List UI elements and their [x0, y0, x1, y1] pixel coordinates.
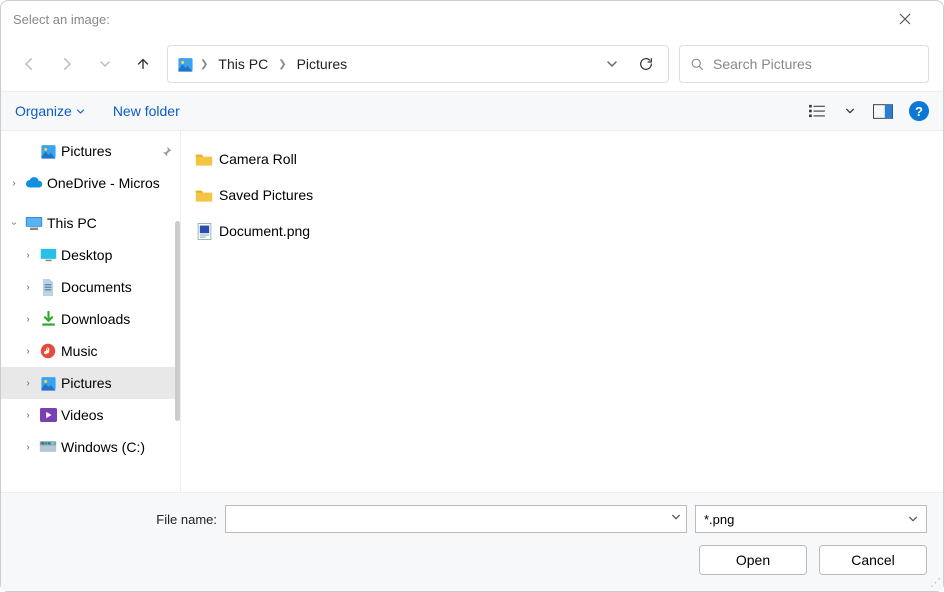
sidebar-item-onedrive[interactable]: › OneDrive - Micros	[1, 167, 180, 199]
folder-icon	[195, 186, 213, 204]
chevron-down-icon[interactable]: ›	[9, 216, 20, 230]
chevron-right-icon[interactable]: ›	[21, 410, 35, 421]
sidebar-item-label: Windows (C:)	[61, 439, 145, 455]
folder-item[interactable]: Saved Pictures	[191, 181, 933, 209]
onedrive-icon	[25, 174, 43, 192]
filename-input[interactable]	[225, 505, 687, 533]
search-box[interactable]	[679, 45, 929, 83]
back-button[interactable]	[15, 50, 43, 78]
pictures-icon	[39, 142, 57, 160]
open-button[interactable]: Open	[699, 545, 807, 575]
sidebar-item-music[interactable]: › Music	[1, 335, 180, 367]
view-options-dropdown[interactable]	[843, 99, 857, 123]
sidebar-item-desktop[interactable]: › Desktop	[1, 239, 180, 271]
sidebar-item-pictures-quick[interactable]: › Pictures	[1, 135, 180, 167]
file-name: Camera Roll	[219, 151, 297, 167]
organize-menu[interactable]: Organize	[15, 103, 85, 119]
address-history-dropdown[interactable]	[598, 50, 626, 78]
recent-locations-button[interactable]	[91, 50, 119, 78]
organize-label: Organize	[15, 103, 72, 119]
breadcrumb-thispc[interactable]: This PC	[214, 54, 272, 74]
desktop-icon	[39, 246, 57, 264]
filter-label: *.png	[704, 512, 734, 527]
sidebar-item-pictures[interactable]: › Pictures	[1, 367, 180, 399]
refresh-button[interactable]	[632, 50, 660, 78]
sidebar-item-documents[interactable]: › Documents	[1, 271, 180, 303]
chevron-right-icon[interactable]: ›	[21, 282, 35, 293]
forward-button[interactable]	[53, 50, 81, 78]
scrollbar-thumb[interactable]	[175, 221, 180, 421]
chevron-right-icon[interactable]: ›	[21, 314, 35, 325]
folder-icon	[195, 150, 213, 168]
music-icon	[39, 342, 57, 360]
pin-icon	[161, 146, 172, 157]
sidebar-item-label: Documents	[61, 279, 132, 295]
chevron-right-icon[interactable]: ›	[21, 250, 35, 261]
cancel-button[interactable]: Cancel	[819, 545, 927, 575]
downloads-icon	[39, 310, 57, 328]
file-list[interactable]: Camera Roll Saved Pictures Document.png	[181, 131, 943, 492]
sidebar-item-label: Videos	[61, 407, 104, 423]
chevron-right-icon: ❯	[200, 59, 208, 70]
new-folder-button[interactable]: New folder	[113, 103, 180, 119]
chevron-right-icon[interactable]: ›	[7, 178, 21, 189]
help-button[interactable]: ?	[909, 101, 929, 121]
sidebar-item-label: Pictures	[61, 143, 112, 159]
sidebar-item-thispc[interactable]: › This PC	[1, 207, 180, 239]
breadcrumb-pictures[interactable]: Pictures	[293, 54, 352, 74]
search-icon	[690, 57, 705, 72]
chevron-right-icon[interactable]: ›	[21, 442, 35, 453]
computer-icon	[25, 214, 43, 232]
resize-grip[interactable]: ⋰	[930, 576, 939, 589]
chevron-right-icon[interactable]: ›	[21, 346, 35, 357]
file-type-filter[interactable]: *.png	[695, 505, 927, 533]
file-item[interactable]: Document.png	[191, 217, 933, 245]
documents-icon	[39, 278, 57, 296]
file-name: Saved Pictures	[219, 187, 313, 203]
search-input[interactable]	[713, 56, 918, 72]
view-options-button[interactable]	[803, 99, 831, 123]
chevron-right-icon[interactable]: ›	[21, 378, 35, 389]
address-bar[interactable]: ❯ This PC ❯ Pictures	[167, 45, 669, 83]
videos-icon	[39, 406, 57, 424]
folder-item[interactable]: Camera Roll	[191, 145, 933, 173]
sidebar-item-label: OneDrive - Micros	[47, 175, 160, 191]
image-file-icon	[195, 222, 213, 240]
chevron-right-icon: ❯	[278, 59, 286, 70]
pictures-icon	[176, 55, 194, 73]
pictures-icon	[39, 374, 57, 392]
preview-pane-button[interactable]	[869, 99, 897, 123]
filename-label: File name:	[17, 512, 217, 527]
sidebar-item-label: Desktop	[61, 247, 112, 263]
window-title: Select an image:	[13, 12, 110, 27]
sidebar-item-downloads[interactable]: › Downloads	[1, 303, 180, 335]
file-name: Document.png	[219, 223, 310, 239]
navigation-tree[interactable]: › Pictures › OneDrive - Micros › This PC…	[1, 131, 181, 492]
sidebar-item-cdrive[interactable]: › Windows (C:)	[1, 431, 180, 463]
close-button[interactable]	[899, 13, 931, 25]
up-button[interactable]	[129, 50, 157, 78]
sidebar-item-label: Pictures	[61, 375, 112, 391]
sidebar-item-label: This PC	[47, 215, 97, 231]
drive-icon	[39, 438, 57, 456]
sidebar-item-label: Downloads	[61, 311, 130, 327]
sidebar-item-videos[interactable]: › Videos	[1, 399, 180, 431]
sidebar-item-label: Music	[61, 343, 98, 359]
